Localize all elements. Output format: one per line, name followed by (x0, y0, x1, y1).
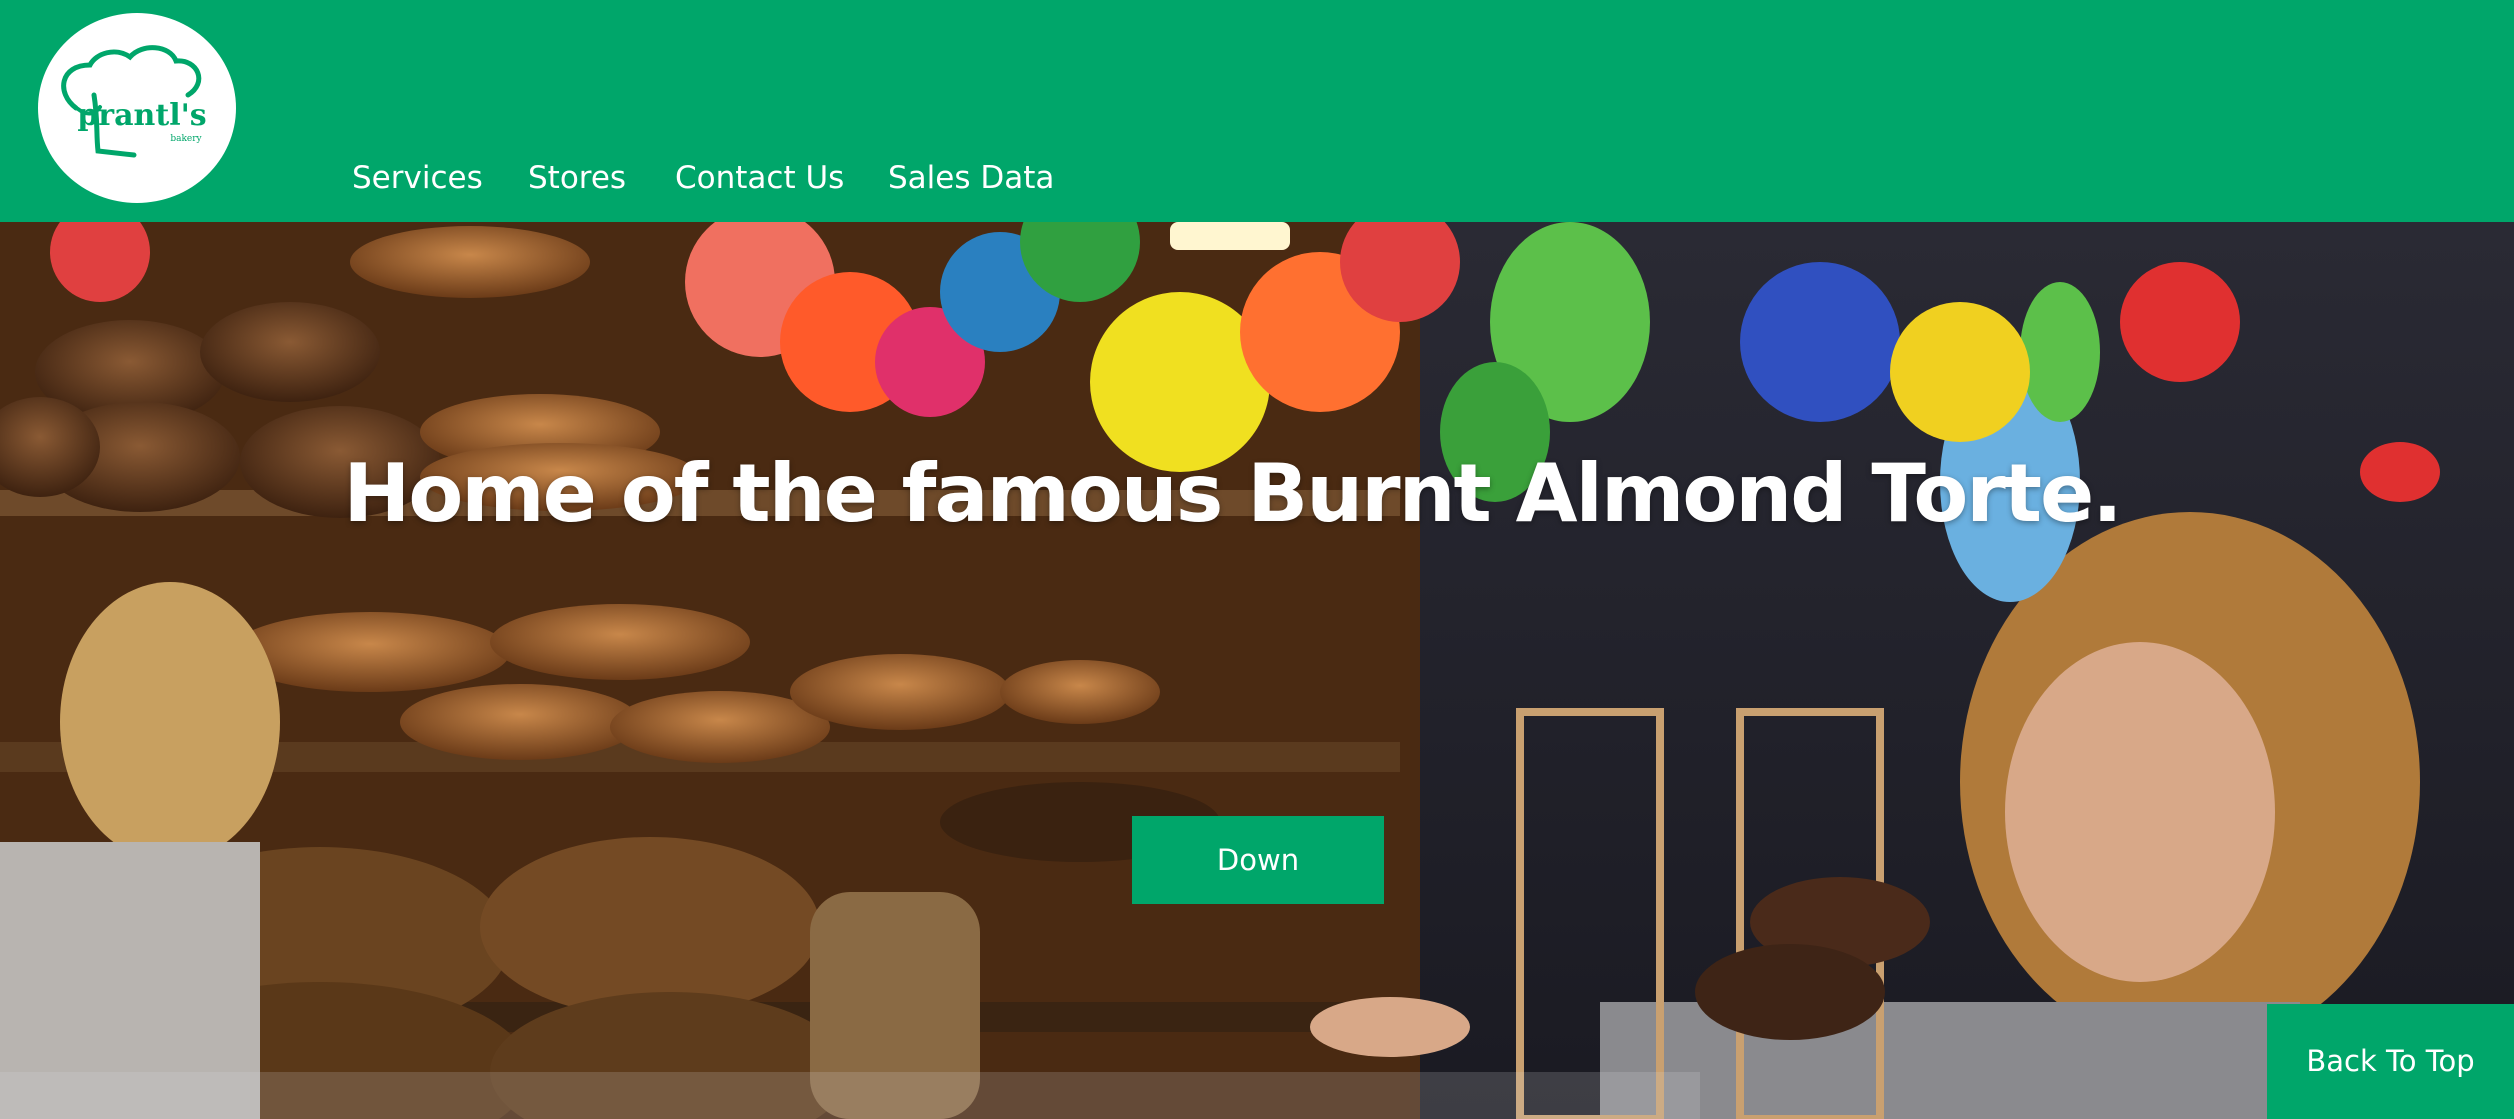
back-to-top-button[interactable]: Back To Top (2267, 1004, 2514, 1119)
nav-sales-data[interactable]: Sales Data (888, 155, 1054, 201)
hero-headline: Home of the famous Burnt Almond Torte. (343, 447, 2122, 540)
svg-text:prantl's: prantl's (77, 98, 206, 133)
svg-text:bakery: bakery (170, 134, 202, 144)
bakery-photo (0, 222, 2514, 1119)
hero-section: Home of the famous Burnt Almond Torte. D… (0, 222, 2514, 1119)
chef-hat-icon: prantl's bakery (61, 45, 207, 158)
nav-services[interactable]: Services (352, 155, 483, 201)
nav-stores[interactable]: Stores (528, 155, 626, 201)
down-button[interactable]: Down (1132, 816, 1384, 904)
nav-contact-us[interactable]: Contact Us (675, 155, 844, 201)
bakery-logo[interactable]: prantl's bakery (38, 13, 236, 203)
site-header: prantl's bakery Services Stores Contact … (0, 0, 2514, 222)
